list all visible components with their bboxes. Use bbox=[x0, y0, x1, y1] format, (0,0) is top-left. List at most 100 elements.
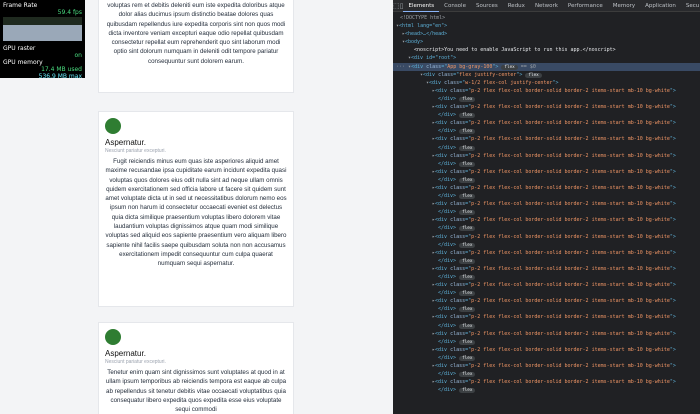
dom-node-card-close[interactable]: </div> flex bbox=[393, 176, 700, 184]
dom-node-card[interactable]: ▸<div class="p-2 flex flex-col border-so… bbox=[393, 378, 700, 386]
devtools-tabbar: ⬚ ▯ Elements Console Sources Redux Netwo… bbox=[393, 0, 700, 12]
flex-badge[interactable]: flex bbox=[459, 258, 476, 264]
dom-node-card[interactable]: ▸<div class="p-2 flex flex-col border-so… bbox=[393, 249, 700, 257]
tab-performance[interactable]: Performance bbox=[563, 0, 608, 12]
dom-node-card[interactable]: ▸<div class="p-2 flex flex-col border-so… bbox=[393, 200, 700, 208]
gpu-raster-value: on bbox=[74, 52, 82, 59]
flex-badge[interactable]: flex bbox=[459, 226, 476, 232]
flex-badge[interactable]: flex bbox=[459, 323, 476, 329]
tab-console[interactable]: Console bbox=[439, 0, 471, 12]
dom-node-doctype[interactable]: <!DOCTYPE html> bbox=[393, 14, 700, 22]
dom-node-card[interactable]: ▸<div class="p-2 flex flex-col border-so… bbox=[393, 362, 700, 370]
flex-badge[interactable]: flex bbox=[459, 307, 476, 313]
dom-node-card[interactable]: ▸<div class="p-2 flex flex-col border-so… bbox=[393, 119, 700, 127]
flex-badge[interactable]: flex bbox=[459, 96, 476, 102]
flex-badge[interactable]: flex bbox=[459, 161, 476, 167]
fps-meter: Frame Rate 59.4 fps GPU raster on GPU me… bbox=[0, 0, 85, 80]
dom-node-card-close[interactable]: </div> flex bbox=[393, 386, 700, 394]
dom-node-root[interactable]: ▾<div id="root"> bbox=[393, 54, 700, 62]
tab-sources[interactable]: Sources bbox=[471, 0, 503, 12]
dom-node-card[interactable]: ▸<div class="p-2 flex flex-col border-so… bbox=[393, 152, 700, 160]
avatar bbox=[105, 329, 121, 345]
tab-elements[interactable]: Elements bbox=[403, 0, 440, 12]
dom-node-card[interactable]: ▸<div class="p-2 flex flex-col border-so… bbox=[393, 330, 700, 338]
dom-node-card-close[interactable]: </div> flex bbox=[393, 338, 700, 346]
gpu-memory-used: 17.4 MB used bbox=[41, 66, 82, 73]
dom-node-card-close[interactable]: </div> flex bbox=[393, 305, 700, 313]
tab-network[interactable]: Network bbox=[530, 0, 563, 12]
frame-rate-label: Frame Rate bbox=[3, 2, 38, 9]
post-title: Aspernatur. bbox=[105, 349, 146, 358]
dom-node-body[interactable]: ▾<body> bbox=[393, 38, 700, 46]
dom-node-card-close[interactable]: </div> flex bbox=[393, 127, 700, 135]
dom-node-card[interactable]: ▸<div class="p-2 flex flex-col border-so… bbox=[393, 346, 700, 354]
dom-node-card-close[interactable]: </div> flex bbox=[393, 322, 700, 330]
flex-badge[interactable]: flex bbox=[459, 113, 476, 119]
fps-graph-fill bbox=[3, 25, 82, 41]
inspect-element-icon[interactable]: ⬚ bbox=[393, 1, 400, 11]
dom-node-head[interactable]: ▸<head>…</head> bbox=[393, 30, 700, 38]
dom-node-card[interactable]: ▸<div class="p-2 flex flex-col border-so… bbox=[393, 233, 700, 241]
post-body: Fugit reiciendis minus eum quas iste asp… bbox=[105, 158, 287, 268]
fps-graph bbox=[3, 17, 82, 41]
dom-node-card[interactable]: ▸<div class="p-2 flex flex-col border-so… bbox=[393, 313, 700, 321]
post-body: Tenetur enim quam sint dignissimos sunt … bbox=[105, 369, 287, 414]
flex-badge[interactable]: flex bbox=[459, 194, 476, 200]
flex-badge[interactable]: flex bbox=[459, 339, 476, 345]
dom-node-card-close[interactable]: </div> flex bbox=[393, 95, 700, 103]
flex-badge[interactable]: flex bbox=[459, 388, 476, 394]
dom-node-card[interactable]: ▸<div class="p-2 flex flex-col border-so… bbox=[393, 103, 700, 111]
dom-node-card[interactable]: ▸<div class="p-2 flex flex-col border-so… bbox=[393, 168, 700, 176]
dom-node-card-close[interactable]: </div> flex bbox=[393, 289, 700, 297]
post-card: Aspernatur. Nesciunt pariatur excepturi.… bbox=[98, 111, 294, 307]
flex-badge[interactable]: flex bbox=[459, 275, 476, 280]
dom-node-card[interactable]: ▸<div class="p-2 flex flex-col border-so… bbox=[393, 135, 700, 143]
dom-node-card-close[interactable]: </div> flex bbox=[393, 224, 700, 232]
dom-node-card[interactable]: ▸<div class="p-2 flex flex-col border-so… bbox=[393, 216, 700, 224]
gpu-memory-max: 536.9 MB max bbox=[38, 73, 82, 80]
dom-node-w-half[interactable]: ▾<div class="w-1/2 flex-col justify-cent… bbox=[393, 79, 700, 87]
dom-node-app-selected[interactable]: ··· ▾<div class="App bg-gray-100"> flex … bbox=[393, 62, 700, 71]
flex-badge[interactable]: flex bbox=[525, 72, 542, 78]
flex-badge[interactable]: flex bbox=[459, 242, 476, 248]
post-card: Aspernatur. Nesciunt pariatur excepturi.… bbox=[98, 322, 294, 414]
fps-value: 59.4 fps bbox=[57, 9, 82, 16]
dom-node-card-close[interactable]: </div> flex bbox=[393, 273, 700, 281]
dom-node-flex[interactable]: ▾<div class="flex justify-center"> flex bbox=[393, 71, 700, 79]
flex-badge[interactable]: flex bbox=[459, 145, 476, 151]
flex-badge[interactable]: flex bbox=[459, 210, 476, 216]
flex-badge[interactable]: flex bbox=[501, 64, 518, 70]
devtools-panel: ⬚ ▯ Elements Console Sources Redux Netwo… bbox=[393, 0, 700, 414]
dom-tree: <!DOCTYPE html> ▾<html lang="en"> ▸<head… bbox=[393, 12, 700, 394]
dom-node-card[interactable]: ▸<div class="p-2 flex flex-col border-so… bbox=[393, 265, 700, 273]
gpu-memory-label: GPU memory bbox=[3, 59, 43, 66]
tab-application[interactable]: Application bbox=[640, 0, 681, 12]
flex-badge[interactable]: flex bbox=[459, 177, 476, 183]
tab-redux[interactable]: Redux bbox=[503, 0, 530, 12]
post-card: voluptas rem et debitis deleniti eum ist… bbox=[98, 0, 294, 93]
dom-node-card[interactable]: ▸<div class="p-2 flex flex-col border-so… bbox=[393, 184, 700, 192]
dom-node-card[interactable]: ▸<div class="p-2 flex flex-col border-so… bbox=[393, 87, 700, 95]
post-subtitle: Nesciunt pariatur excepturi. bbox=[105, 148, 166, 154]
dom-node-card-close[interactable]: </div> flex bbox=[393, 160, 700, 168]
flex-badge[interactable]: flex bbox=[459, 291, 476, 297]
tab-security[interactable]: Secu bbox=[681, 0, 700, 12]
dom-node-card-close[interactable]: </div> flex bbox=[393, 144, 700, 152]
tab-memory[interactable]: Memory bbox=[608, 0, 640, 12]
dom-node-noscript[interactable]: <noscript>You need to enable JavaScript … bbox=[393, 46, 700, 54]
flex-badge[interactable]: flex bbox=[459, 355, 476, 361]
dom-node-card-close[interactable]: </div> flex bbox=[393, 208, 700, 216]
dom-node-card-close[interactable]: </div> flex bbox=[393, 370, 700, 378]
dom-node-card-close[interactable]: </div> flex bbox=[393, 354, 700, 362]
flex-badge[interactable]: flex bbox=[459, 129, 476, 135]
dom-node-card[interactable]: ▸<div class="p-2 flex flex-col border-so… bbox=[393, 297, 700, 305]
dom-node-html[interactable]: ▾<html lang="en"> bbox=[393, 22, 700, 30]
dom-node-card-close[interactable]: </div> flex bbox=[393, 257, 700, 265]
flex-badge[interactable]: flex bbox=[459, 372, 476, 378]
post-subtitle: Nesciunt pariatur excepturi. bbox=[105, 359, 166, 365]
dom-node-card-close[interactable]: </div> flex bbox=[393, 111, 700, 119]
dom-node-card-close[interactable]: </div> flex bbox=[393, 192, 700, 200]
dom-node-card[interactable]: ▸<div class="p-2 flex flex-col border-so… bbox=[393, 281, 700, 289]
avatar bbox=[105, 118, 121, 134]
dom-node-card-close[interactable]: </div> flex bbox=[393, 241, 700, 249]
